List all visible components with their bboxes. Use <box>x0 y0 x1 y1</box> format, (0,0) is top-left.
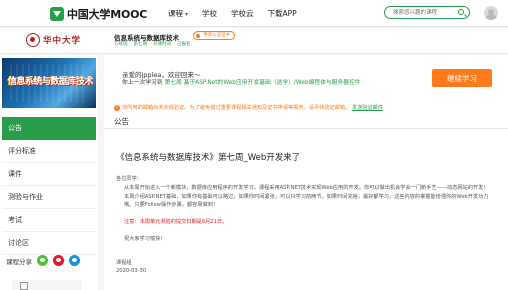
qq-icon[interactable] <box>69 255 80 266</box>
course-teacher[interactable]: 方晓瑞 <box>114 41 128 47</box>
course-meta: 方晓瑞 第七期 开课时间 已报名 <box>114 41 191 47</box>
course-enrolled: 已报名 <box>177 42 191 47</box>
logo-text: 中国大学MOOC <box>67 8 148 21</box>
last-study: 你上一次学习到 第七周 基于ASP.Net的Web应用开发基础（选学）/Web编… <box>122 79 382 88</box>
announcement-closing: 祝大家学习愉快！ <box>124 236 166 242</box>
mooc-logo-icon <box>50 7 64 21</box>
nav-courses[interactable]: 课程 ▾ <box>168 8 188 19</box>
announcement-date: 2020-03-30 <box>116 268 147 274</box>
welcome-greeting: 亲爱的jpplea，欢迎回来～ <box>122 71 201 79</box>
school-logo[interactable]: 华中大学 <box>26 33 81 47</box>
course-header: 华中大学 信息系统与数据库技术 方晓瑞 第七期 开课时间 已报名 申请认证证书 <box>0 28 508 54</box>
chevron-down-icon: ▾ <box>185 11 189 18</box>
banner-title: 信息系统与数据库技术 <box>8 77 94 87</box>
nav-links: 课程 ▾ 学校 学校云 下载APP <box>168 8 297 19</box>
email-verify-notice: ! 你所用的邮箱尚未完成验证。为了避免错过重要课程相关通知及证书申请等服务，请尽快… <box>114 104 508 111</box>
announcement-title: 《信息系统与数据库技术》第七周_Web开发来了 <box>116 153 301 163</box>
sidebar-item-exam[interactable]: 考试 <box>2 209 96 232</box>
course-share: 课程分享 <box>6 255 80 266</box>
warning-icon: ! <box>114 105 120 111</box>
course-time: 开课时间 <box>153 42 171 47</box>
sidebar: 信息系统与数据库技术 公告 评分标准 课件 测验与作业 考试 讨论区 课程分享 <box>0 55 98 290</box>
search-box <box>384 6 470 19</box>
nav-school-cloud[interactable]: 学校云 <box>231 8 254 19</box>
last-study-prefix: 你上一次学习到 <box>122 80 163 86</box>
main-content: 亲爱的jpplea，欢迎回来～ 你上一次学习到 第七周 基于ASP.Net的We… <box>104 55 508 290</box>
wechat-icon[interactable] <box>37 255 48 266</box>
announcement-footer: 课程组 2020-03-30 <box>116 259 498 275</box>
weibo-icon[interactable] <box>53 255 64 266</box>
announcement-salutation: 各位同学： <box>116 176 142 182</box>
sidebar-menu: 公告 评分标准 课件 测验与作业 考试 讨论区 <box>2 117 96 255</box>
send-verify-email-link[interactable]: 发送验证邮件 <box>352 105 383 111</box>
sidebar-item-announcement[interactable]: 公告 <box>2 117 96 140</box>
sidebar-item-courseware[interactable]: 课件 <box>2 163 96 186</box>
search-input[interactable] <box>385 7 453 18</box>
course-term: 第七期 <box>133 42 148 47</box>
school-seal-icon <box>26 33 40 47</box>
nav-schools[interactable]: 学校 <box>202 8 217 19</box>
app-download-strip[interactable] <box>12 280 82 290</box>
top-navbar: 中国大学MOOC 课程 ▾ 学校 学校云 下载APP <box>0 0 508 27</box>
last-study-link[interactable]: 第七周 基于ASP.Net的Web应用开发基础（选学）/Web编程体与服务器控件 <box>164 80 360 86</box>
sidebar-item-grading[interactable]: 评分标准 <box>2 140 96 163</box>
qr-code-icon <box>20 282 28 290</box>
school-name: 华中大学 <box>43 36 82 46</box>
section-title: 公告 <box>104 115 508 129</box>
announcement-paragraph: 本周介绍ASP.NET基础，如果你有基础可以略过；如果你时间紧张，可以只学习前两… <box>124 194 489 208</box>
announcement-deadline: 注意：本周单元测验的提交日期是6月21日。 <box>124 219 228 225</box>
announcement-body: 各位同学： 从本周开始进入一个新模块，数据库应用程序的开发学习。课程采用ASP.… <box>116 175 498 243</box>
welcome-panel: 亲爱的jpplea，欢迎回来～ 你上一次学习到 第七周 基于ASP.Net的We… <box>104 55 508 113</box>
apply-certificate-button[interactable]: 申请认证证书 <box>193 31 235 40</box>
sidebar-item-quiz[interactable]: 测验与作业 <box>2 186 96 209</box>
user-avatar[interactable] <box>484 6 498 20</box>
search-icon[interactable] <box>458 9 464 15</box>
announcement: 《信息系统与数据库技术》第七周_Web开发来了 各位同学： 从本周开始进入一个新… <box>116 151 498 275</box>
mooc-logo[interactable]: 中国大学MOOC <box>50 6 147 22</box>
announcement-paragraph: 从本周开始进入一个新模块，数据库应用程序的开发学习。课程采用ASP.NET技术实… <box>124 185 489 191</box>
notice-text: 你所用的邮箱尚未完成验证。为了避免错过重要课程相关通知及证书申请等服务，请尽快验… <box>122 105 351 111</box>
course-banner: 信息系统与数据库技术 <box>2 58 96 108</box>
nav-download-app[interactable]: 下载APP <box>268 8 297 19</box>
announcement-signature: 课程组 <box>116 260 132 266</box>
share-label: 课程分享 <box>6 257 32 266</box>
continue-learning-button[interactable]: 继续学习 <box>432 69 492 87</box>
sidebar-item-forum[interactable]: 讨论区 <box>2 232 96 255</box>
